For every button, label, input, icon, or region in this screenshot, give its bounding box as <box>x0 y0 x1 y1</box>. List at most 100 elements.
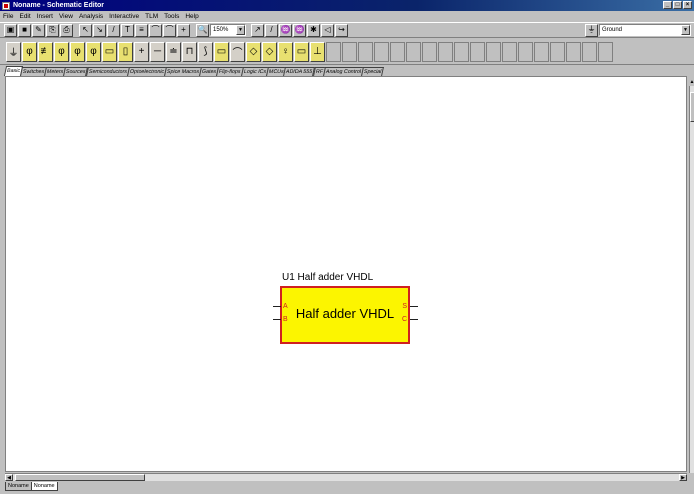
tab-special[interactable]: Special <box>360 67 385 76</box>
menu-insert[interactable]: Insert <box>37 13 53 20</box>
fuse-part-icon[interactable]: ▯ <box>118 41 133 62</box>
select-pointer-icon[interactable]: ↖ <box>79 23 92 37</box>
undo-icon[interactable]: ⌒ <box>149 23 162 37</box>
zoom-icon[interactable]: 🔍 <box>196 23 209 37</box>
ac-source-icon[interactable]: φ <box>86 41 101 62</box>
pin-b-label: B <box>283 316 288 323</box>
diode-part-icon[interactable]: ◇ <box>246 41 261 62</box>
simulate-icon[interactable]: ✱ <box>307 23 320 37</box>
tab-sources[interactable]: Sources <box>63 67 89 76</box>
forward-icon[interactable]: ↪ <box>335 23 348 37</box>
chevron-down-icon[interactable]: ▼ <box>681 25 690 35</box>
bus-tool-icon[interactable]: ≡ <box>135 23 148 37</box>
tab-analog-control[interactable]: Analog Control <box>322 67 364 76</box>
tab-semiconductors[interactable]: Semiconductors <box>85 67 130 76</box>
empty-part-slot <box>454 41 469 62</box>
wire-part-icon[interactable]: ─ <box>150 41 165 62</box>
component-tabs: Basic Switches Meters Sources Semiconduc… <box>3 66 385 76</box>
pin-c-wire[interactable] <box>410 319 418 320</box>
empty-part-slot <box>326 41 341 62</box>
redo-icon[interactable]: ⌒ <box>163 23 176 37</box>
empty-part-slot <box>598 41 613 62</box>
analysis-icon[interactable]: ♒ <box>279 23 292 37</box>
menu-view[interactable]: View <box>59 13 73 20</box>
ground-part-icon[interactable]: ⏚ <box>585 23 598 37</box>
inductor-part-icon[interactable]: ⊓ <box>182 41 197 62</box>
switch-part-icon[interactable]: ▭ <box>294 41 309 62</box>
ground-select-value: Ground <box>602 27 623 33</box>
tab-logic-ics[interactable]: Logic ICs <box>240 67 269 76</box>
zoom-select[interactable]: 150% ▼ <box>210 24 246 36</box>
pin-a-wire[interactable] <box>273 306 281 307</box>
crystal-part-icon[interactable]: ⌒ <box>230 41 245 62</box>
empty-part-slot <box>502 41 517 62</box>
capacitor-part-icon[interactable]: ≐ <box>166 41 181 62</box>
multi-battery-part-icon[interactable]: ≢ <box>38 41 53 62</box>
new-file-icon[interactable]: ▣ <box>4 23 17 37</box>
junction-icon[interactable]: + <box>177 23 190 37</box>
line-tool-icon[interactable]: / <box>107 23 120 37</box>
document-tab[interactable]: Noname <box>5 482 32 491</box>
ground-part-icon[interactable]: ⏚ <box>6 41 21 62</box>
menu-tlm[interactable]: TLM <box>145 13 158 20</box>
resize-grip[interactable] <box>687 473 694 481</box>
battery-part-icon[interactable]: φ <box>22 41 37 62</box>
junction-part-icon[interactable]: + <box>134 41 149 62</box>
minimize-button[interactable]: _ <box>663 1 672 9</box>
back-icon[interactable]: ◁ <box>321 23 334 37</box>
document-tab-active[interactable]: Noname <box>30 482 58 491</box>
window-title: Noname - Schematic Editor <box>13 2 105 9</box>
probe-icon[interactable]: ↗ <box>251 23 264 37</box>
print-icon[interactable]: ⎙ <box>60 23 73 37</box>
pin-s-wire[interactable] <box>410 306 418 307</box>
horizontal-scroll-thumb[interactable] <box>15 474 145 481</box>
scroll-right-icon[interactable]: ▶ <box>679 474 687 481</box>
vertical-scrollbar[interactable] <box>689 86 694 476</box>
horizontal-scrollbar[interactable]: ◀ ▶ <box>5 473 687 481</box>
wire-pointer-icon[interactable]: ↘ <box>93 23 106 37</box>
ground-select[interactable]: Ground ▼ <box>599 24 691 36</box>
menu-interactive[interactable]: Interactive <box>109 13 139 20</box>
menu-bar: File Edit Insert View Analysis Interacti… <box>0 11 694 21</box>
empty-part-slot <box>374 41 389 62</box>
menu-edit[interactable]: Edit <box>19 13 30 20</box>
maximize-button[interactable]: □ <box>673 1 682 9</box>
copy-icon[interactable]: ⎘ <box>46 23 59 37</box>
tab-flip-flops[interactable]: Flip-flops <box>216 67 244 76</box>
empty-part-slot <box>518 41 533 62</box>
empty-part-slot <box>438 41 453 62</box>
vertical-scroll-thumb[interactable] <box>690 92 694 122</box>
lamp-part-icon[interactable]: ♀ <box>278 41 293 62</box>
menu-tools[interactable]: Tools <box>164 13 179 20</box>
text-tool-icon[interactable]: T <box>121 23 134 37</box>
component-name: Half adder VHDL <box>295 306 395 321</box>
menu-analysis[interactable]: Analysis <box>79 13 103 20</box>
speaker-part-icon[interactable]: ⊥ <box>310 41 325 62</box>
scroll-up-icon[interactable]: ▲ <box>689 78 694 86</box>
chevron-down-icon[interactable]: ▼ <box>236 25 245 35</box>
half-adder-component[interactable]: Half adder VHDL A B S C <box>280 286 410 344</box>
pencil-icon[interactable]: / <box>265 23 278 37</box>
save-icon[interactable]: ■ <box>18 23 31 37</box>
parts-toolbar: ⏚ φ ≢ φ φ φ ▭ ▯ + ─ ≐ ⊓ ⟆ ▭ ⌒ ◇ ◇ ♀ ▭ ⊥ <box>0 39 694 65</box>
resistor-part-icon[interactable]: ▭ <box>102 41 117 62</box>
voltage-source-icon[interactable]: φ <box>54 41 69 62</box>
tab-switches[interactable]: Switches <box>19 67 48 76</box>
analysis-2-icon[interactable]: ♒ <box>293 23 306 37</box>
title-bar: Noname - Schematic Editor _ □ × <box>0 0 694 11</box>
tab-spice-macros[interactable]: Spice Macros <box>163 67 202 76</box>
empty-part-slot <box>486 41 501 62</box>
app-icon <box>2 1 10 10</box>
tab-ad-da-555[interactable]: AD/DA 555 <box>283 67 316 76</box>
current-source-icon[interactable]: φ <box>70 41 85 62</box>
close-button[interactable]: × <box>683 1 692 9</box>
scroll-left-icon[interactable]: ◀ <box>5 474 13 481</box>
menu-help[interactable]: Help <box>185 13 198 20</box>
edit-icon[interactable]: ✎ <box>32 23 45 37</box>
transformer-part-icon[interactable]: ⟆ <box>198 41 213 62</box>
relay-part-icon[interactable]: ▭ <box>214 41 229 62</box>
menu-file[interactable]: File <box>3 13 13 20</box>
tab-optoelectronic[interactable]: Optoelectronic <box>126 67 167 76</box>
bridge-part-icon[interactable]: ◇ <box>262 41 277 62</box>
pin-b-wire[interactable] <box>273 319 281 320</box>
